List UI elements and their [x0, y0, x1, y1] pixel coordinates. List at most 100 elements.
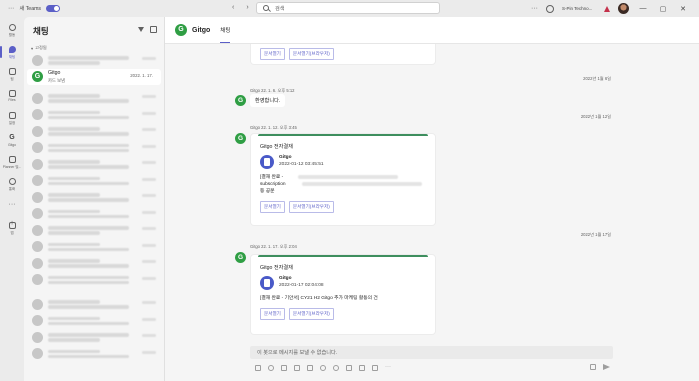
tab-chat[interactable]: 채팅: [220, 26, 231, 43]
app-rail: 활동 채팅 팀 Files 일정 G Gitgo Planner 및... 통화…: [0, 17, 24, 381]
filter-icon[interactable]: [138, 27, 144, 32]
card-body: [결재 완료 - subscription 등 공문: [260, 174, 426, 195]
rail-files[interactable]: Files: [0, 85, 24, 107]
open-document-button[interactable]: 문서열기: [260, 308, 285, 320]
maximize-button[interactable]: ▢: [657, 5, 669, 13]
praise-icon[interactable]: [359, 365, 365, 371]
redacted-date: [142, 301, 156, 304]
loop-icon[interactable]: [346, 365, 352, 371]
redacted-name: [48, 110, 101, 114]
rail-activity[interactable]: 활동: [0, 19, 24, 41]
chat-list-item[interactable]: [24, 173, 164, 190]
sticker-icon[interactable]: [294, 365, 300, 371]
minimize-button[interactable]: —: [637, 5, 649, 12]
attach-icon[interactable]: [372, 365, 378, 371]
chat-list-item[interactable]: [24, 239, 164, 256]
user-avatar[interactable]: [618, 3, 629, 14]
redacted-name: [48, 300, 101, 304]
bell-icon: [8, 23, 16, 31]
avatar: [32, 257, 43, 269]
open-in-browser-button[interactable]: 문서열기(브라우저): [288, 201, 334, 213]
person-icon[interactable]: [546, 4, 554, 13]
rail-more[interactable]: ···: [0, 195, 24, 217]
avatar: [32, 175, 43, 187]
rail-chat[interactable]: 채팅: [0, 41, 24, 63]
rail-calls[interactable]: 통화: [0, 173, 24, 195]
redacted-preview: [48, 247, 130, 251]
chat-list-item[interactable]: [24, 313, 164, 330]
rail-label: 통화: [8, 186, 16, 191]
chat-icon: [8, 45, 16, 53]
phone-icon: [8, 177, 16, 185]
new-chat-icon[interactable]: [150, 26, 157, 33]
chat-list-item[interactable]: [24, 206, 164, 223]
schedule-icon[interactable]: [320, 365, 326, 371]
chat-list-item[interactable]: [24, 156, 164, 173]
redacted-date: [142, 177, 156, 181]
redacted-preview: [48, 305, 130, 309]
redacted-date: [142, 95, 156, 98]
gif-icon[interactable]: [281, 365, 287, 371]
redacted-date: [142, 210, 156, 214]
chat-list-item[interactable]: [24, 90, 164, 107]
rail-teams[interactable]: 팀: [0, 63, 24, 85]
redacted-name: [48, 349, 101, 353]
redacted-preview: [48, 132, 130, 136]
chat-list-item[interactable]: [24, 123, 164, 140]
rail-planner[interactable]: Planner 및...: [0, 151, 24, 173]
warning-icon[interactable]: [604, 5, 610, 12]
chat-list-item[interactable]: [24, 107, 164, 124]
rail-label: Files: [8, 98, 16, 102]
chat-list-item[interactable]: [24, 140, 164, 157]
compose-toolbar: ···: [255, 364, 393, 371]
chat-list-item-gitgo[interactable]: G Gitgo 카드 보냄 2022. 1. 17.: [27, 68, 161, 85]
message-meta: Gitgo 22. 1. 17. 오후 2:04: [250, 244, 297, 249]
new-teams-toggle[interactable]: [46, 5, 60, 12]
rail-apps[interactable]: 앱: [0, 217, 24, 239]
chat-list-item[interactable]: [24, 329, 164, 346]
chat-title: Gitgo: [192, 26, 211, 34]
open-in-browser-button[interactable]: 문서열기(브라우저): [288, 48, 334, 60]
chat-list-item[interactable]: [24, 272, 164, 289]
message-list: 문서열기 문서열기(브라우저) 2022년 1월 6일 G Gitgo 22. …: [165, 44, 699, 336]
format-icon[interactable]: [255, 365, 261, 371]
redacted-name: [48, 209, 101, 213]
open-document-button[interactable]: 문서열기: [260, 48, 285, 60]
send-icon[interactable]: [603, 364, 610, 370]
chat-list-item[interactable]: [24, 222, 164, 239]
rail-calendar[interactable]: 일정: [0, 107, 24, 129]
avatar: [32, 298, 43, 310]
chat-list-item[interactable]: [24, 346, 164, 363]
compose-box[interactable]: 이 봇으로 메시지를 보낼 수 없습니다.: [250, 346, 613, 359]
chat-list-panel: 채팅 ▾ 고정됨 G Gitgo 카드 보냄 2022. 1. 17.: [24, 17, 165, 381]
card-actions: 문서열기 문서열기(브라우저): [260, 48, 426, 60]
message-bubble[interactable]: 환영합니다.: [250, 94, 286, 107]
more-menu-icon[interactable]: ⋯: [8, 5, 15, 12]
forward-arrow-icon[interactable]: ›: [246, 4, 248, 11]
chat-list-item[interactable]: [24, 189, 164, 206]
redacted-name: [48, 56, 130, 60]
chat-list-item[interactable]: [24, 52, 164, 69]
open-in-browser-button[interactable]: 문서열기(브라우저): [288, 308, 334, 320]
avatar: [32, 315, 43, 327]
redacted-preview: [48, 115, 130, 119]
rail-label: 일정: [8, 120, 16, 125]
card-app-text: Gitgo 2022-01-17 02:04:08: [279, 276, 324, 290]
more-options-icon[interactable]: ···: [385, 364, 393, 371]
search-box[interactable]: 검색: [256, 2, 440, 14]
location-icon[interactable]: [333, 365, 339, 371]
chat-list-item[interactable]: [24, 296, 164, 313]
chat-list-item[interactable]: [24, 255, 164, 272]
settings-more-icon[interactable]: ···: [531, 5, 538, 12]
back-arrow-icon[interactable]: ‹: [232, 4, 234, 11]
pinned-section-label[interactable]: ▾ 고정됨: [24, 44, 164, 52]
title-bar: ⋯ 새 Teams ‹ › 검색 ··· S-Pin Techno... — ▢…: [0, 0, 699, 17]
close-button[interactable]: ✕: [677, 5, 689, 13]
open-document-button[interactable]: 문서열기: [260, 201, 285, 213]
meet-icon[interactable]: [307, 365, 313, 371]
emoji-icon[interactable]: [268, 365, 274, 371]
rail-gitgo[interactable]: G Gitgo: [0, 129, 24, 151]
redacted-date: [142, 260, 156, 263]
org-name[interactable]: S-Pin Techno...: [562, 6, 596, 11]
attach-file-icon[interactable]: [590, 364, 596, 370]
